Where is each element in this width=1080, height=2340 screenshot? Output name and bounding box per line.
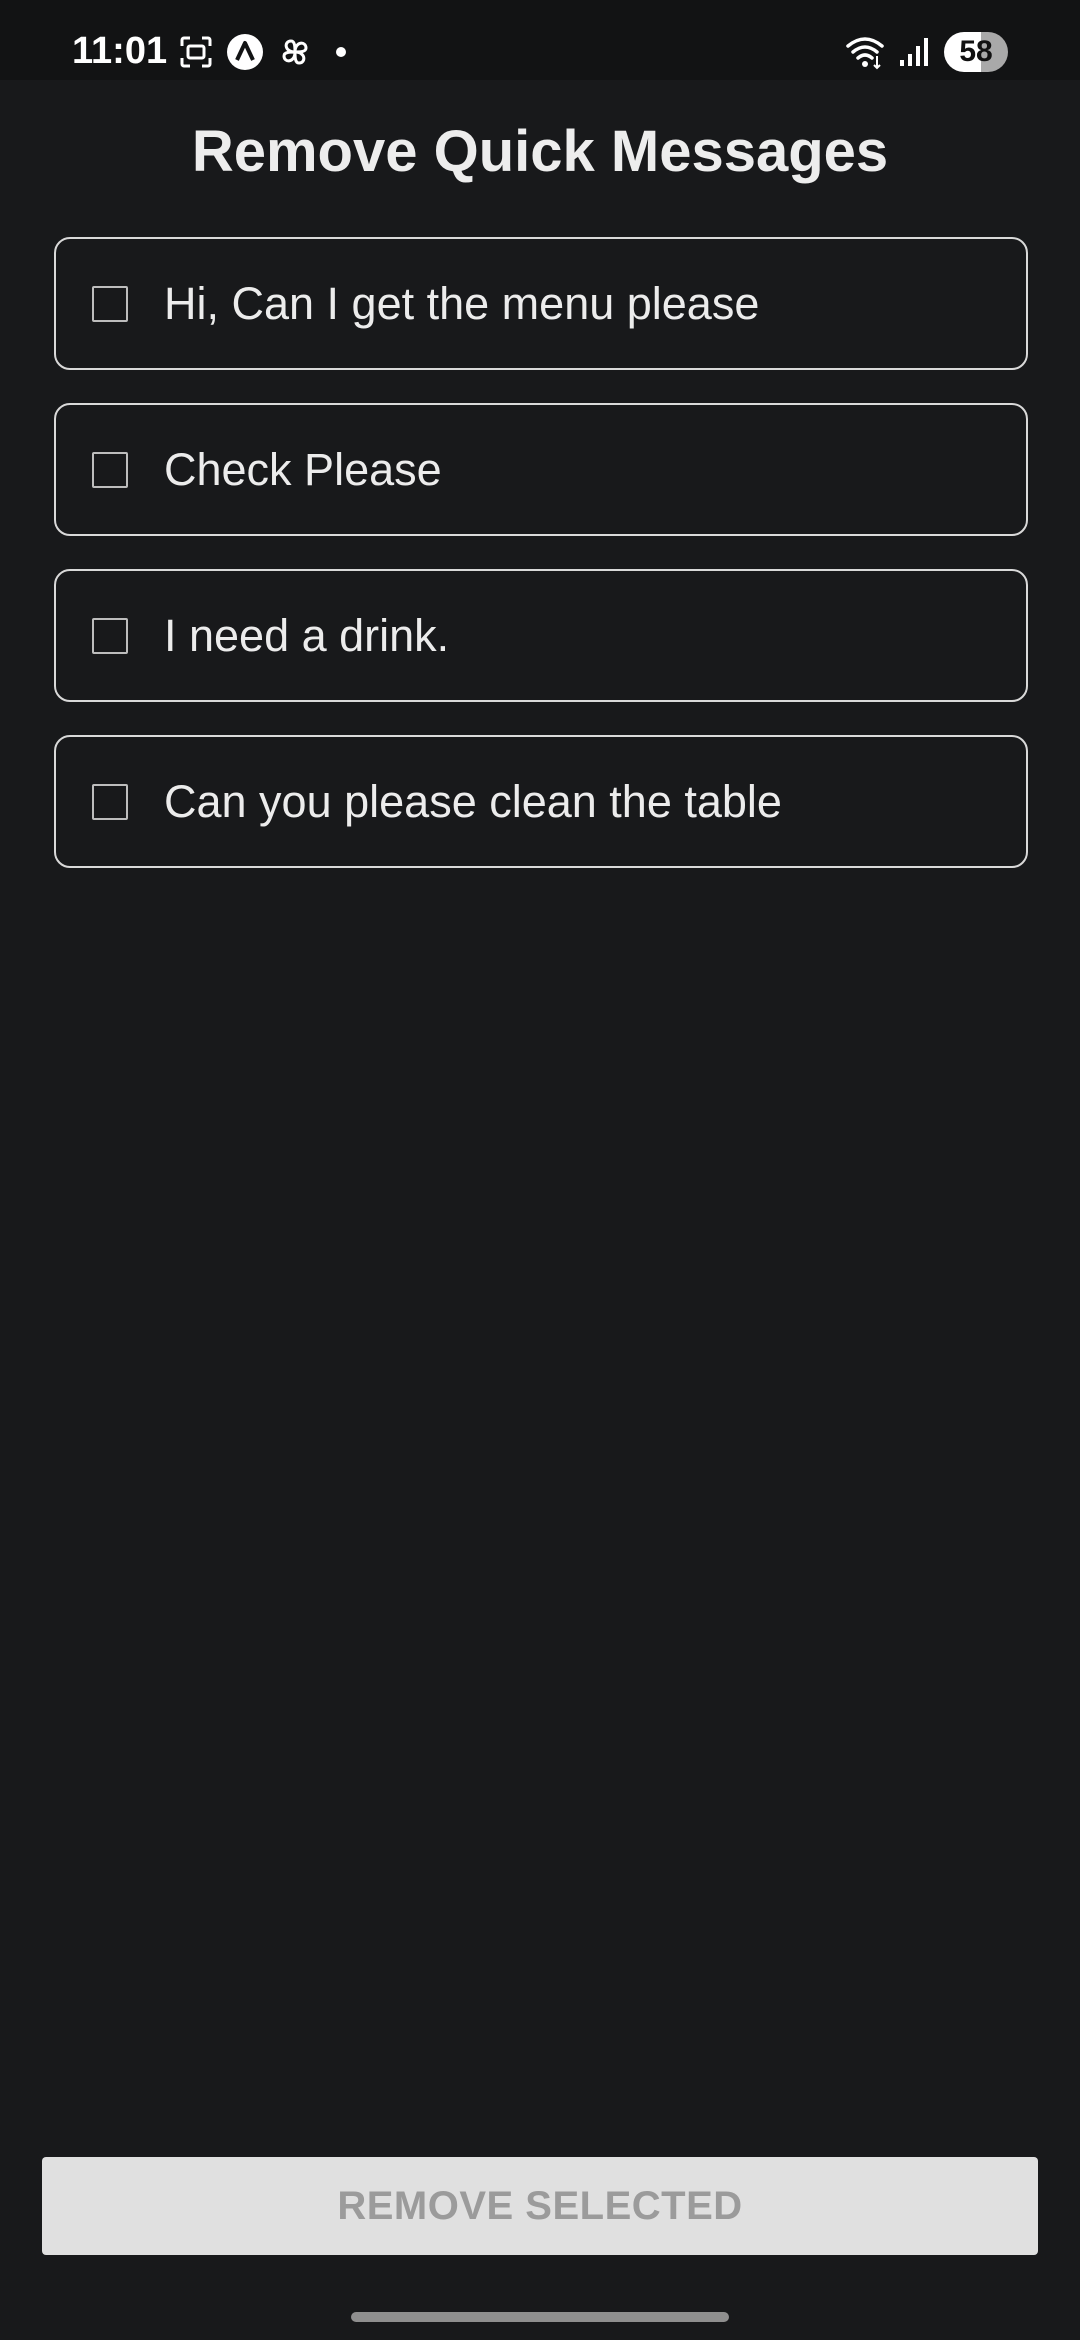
message-checkbox[interactable]	[92, 617, 128, 654]
status-time: 11:01	[72, 30, 168, 72]
status-bar: 11:01 58	[0, 0, 1080, 80]
message-label: Can you please clean the table	[164, 775, 782, 827]
status-left-icons	[178, 32, 346, 72]
remove-selected-button[interactable]: REMOVE SELECTED	[42, 2157, 1038, 2255]
notification-dot	[336, 47, 346, 57]
message-checkbox[interactable]	[92, 783, 128, 820]
wifi-icon	[846, 37, 884, 70]
quick-message-item[interactable]: Check Please	[54, 403, 1028, 536]
home-indicator[interactable]	[351, 2312, 729, 2322]
battery-icon: 58	[944, 32, 1008, 72]
screenshot-icon	[180, 36, 212, 68]
quick-message-item[interactable]: Can you please clean the table	[54, 735, 1028, 868]
quick-message-list: Hi, Can I get the menu please Check Plea…	[54, 237, 1028, 901]
pinwheel-icon	[282, 39, 308, 65]
message-label: I need a drink.	[164, 609, 450, 661]
status-right-icons: 58	[844, 32, 1008, 72]
message-checkbox[interactable]	[92, 285, 128, 322]
page-title: Remove Quick Messages	[191, 119, 889, 184]
message-checkbox[interactable]	[92, 451, 128, 488]
app-a-icon	[227, 34, 263, 70]
signal-icon	[900, 38, 928, 66]
message-label: Check Please	[164, 443, 442, 495]
quick-message-item[interactable]: I need a drink.	[54, 569, 1028, 702]
quick-message-item[interactable]: Hi, Can I get the menu please	[54, 237, 1028, 370]
message-label: Hi, Can I get the menu please	[164, 277, 760, 329]
